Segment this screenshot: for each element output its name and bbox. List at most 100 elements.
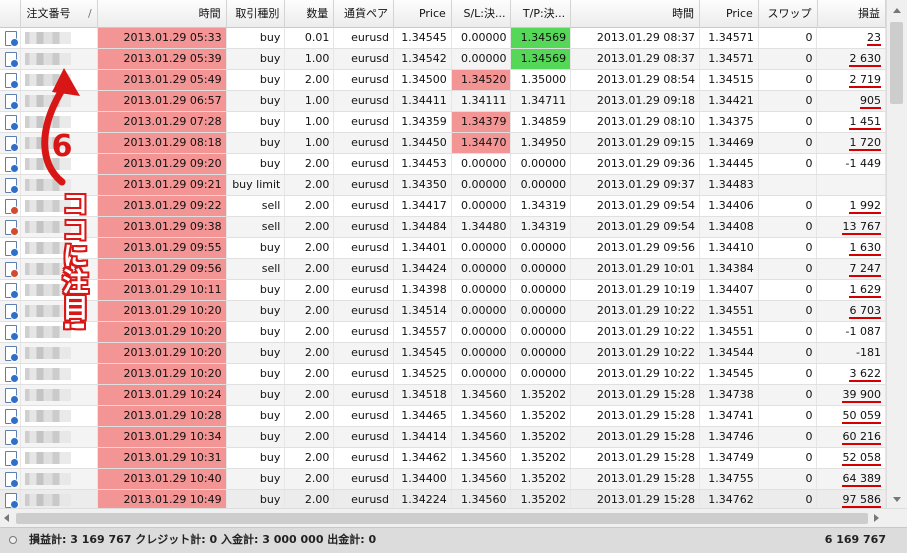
profit-value: 6 703 [849,304,881,319]
table-row[interactable]: 2013.01.29 08:18 buy 1.00 eurusd 1.34450 1.34… [0,133,886,154]
column-header-symbol[interactable]: 通貨ペア [334,0,395,28]
redacted-order-id [25,284,72,296]
profit-cell: 97 586 [817,490,886,508]
swap-cell: 0 [759,28,818,48]
table-row[interactable]: 2013.01.29 09:38 sell 2.00 eurusd 1.34484 1.3… [0,217,886,238]
table-row[interactable]: 2013.01.29 07:28 buy 1.00 eurusd 1.34359 1.34… [0,112,886,133]
profit-cell: 23 [817,28,886,48]
table-row[interactable]: 2013.01.29 10:11 buy 2.00 eurusd 1.34398 0.00… [0,280,886,301]
table-row[interactable]: 2013.01.29 09:22 sell 2.00 eurusd 1.34417 0.0… [0,196,886,217]
column-label: 注文番号 [26,7,71,20]
table-row[interactable]: 2013.01.29 05:33 buy 0.01 eurusd 1.34545 0.00… [0,28,886,49]
column-header-volume[interactable]: 数量 [285,0,335,28]
profit-value: 52 058 [842,451,881,466]
table-row[interactable]: 2013.01.29 10:20 buy 2.00 eurusd 1.34557 0.00… [0,322,886,343]
type-cell: buy limit [227,175,286,195]
symbol-cell: eurusd [334,490,395,508]
buy-order-icon [5,94,19,110]
table-row[interactable]: 2013.01.29 10:34 buy 2.00 eurusd 1.34414 1.34… [0,427,886,448]
open-time-cell: 2013.01.29 09:56 [97,259,227,279]
table-row[interactable]: 2013.01.29 06:57 buy 1.00 eurusd 1.34411 1.34… [0,91,886,112]
table-row[interactable]: 2013.01.29 09:56 sell 2.00 eurusd 1.34424 0.0… [0,259,886,280]
table-row[interactable]: 2013.01.29 05:49 buy 2.00 eurusd 1.34500 1.34… [0,70,886,91]
open-price-cell: 1.34411 [394,91,452,111]
table-row[interactable]: 2013.01.29 09:21 buy limit 2.00 eurusd 1.343… [0,175,886,196]
table-row[interactable]: 2013.01.29 10:20 buy 2.00 eurusd 1.34525 0.00… [0,364,886,385]
open-price-cell: 1.34398 [394,280,452,300]
symbol-cell: eurusd [334,217,395,237]
sl-cell: 0.00000 [452,196,512,216]
profit-value: 3 622 [849,367,881,382]
sell-order-icon [5,220,19,236]
sl-cell: 0.00000 [452,301,512,321]
swap-cell: 0 [759,364,818,384]
order-type-icon [0,49,22,69]
horizontal-scroll-thumb[interactable] [16,513,868,524]
sl-cell: 1.34560 [452,490,512,508]
horizontal-scrollbar[interactable] [0,508,907,527]
account-summary-text: 損益計: 3 169 767 クレジット計: 0 入金計: 3 000 000 … [29,533,377,546]
profit-cell: -1 449 [817,154,886,174]
column-header-tp[interactable]: T/P:決... [511,0,572,28]
symbol-cell: eurusd [334,112,395,132]
table-row[interactable]: 2013.01.29 10:24 buy 2.00 eurusd 1.34518 1.34… [0,385,886,406]
table-row[interactable]: 2013.01.29 10:40 buy 2.00 eurusd 1.34400 1.34… [0,469,886,490]
close-time-cell: 2013.01.29 09:36 [571,154,701,174]
volume-cell: 2.00 [285,196,335,216]
close-price-cell: 1.34741 [700,406,759,426]
sort-indicator-icon: / [87,7,92,20]
buy-order-icon [5,52,19,68]
column-header-type[interactable]: 取引種別 [227,0,286,28]
table-row[interactable]: 2013.01.29 10:20 buy 2.00 eurusd 1.34545 0.00… [0,343,886,364]
type-cell: buy [227,322,286,342]
close-time-cell: 2013.01.29 10:22 [571,364,701,384]
column-header-order-id[interactable]: 注文番号 / [21,0,98,28]
table-row[interactable]: 2013.01.29 05:39 buy 1.00 eurusd 1.34542 0.00… [0,49,886,70]
profit-cell: -181 [817,343,886,363]
swap-cell [759,175,818,195]
volume-cell: 2.00 [285,322,335,342]
redacted-order-id [25,452,72,464]
open-time-cell: 2013.01.29 10:28 [97,406,227,426]
table-row[interactable]: 2013.01.29 09:55 buy 2.00 eurusd 1.34401 0.00… [0,238,886,259]
table-row[interactable]: 2013.01.29 09:20 buy 2.00 eurusd 1.34453 0.00… [0,154,886,175]
swap-cell: 0 [759,49,818,69]
vertical-scrollbar[interactable] [886,0,907,508]
column-header-open-price[interactable]: Price [394,0,452,28]
table-row[interactable]: 2013.01.29 10:49 buy 2.00 eurusd 1.34224 1.34… [0,490,886,508]
profit-cell: 905 [817,91,886,111]
scroll-left-arrow-icon[interactable] [4,514,9,522]
order-type-icon [0,28,22,48]
redacted-order-id [25,242,72,254]
order-type-icon [0,448,22,468]
type-cell: sell [227,217,286,237]
column-header-close-price[interactable]: Price [700,0,759,28]
profit-cell: 2 630 [817,49,886,69]
column-header-profit[interactable]: 損益 [818,0,886,28]
symbol-cell: eurusd [334,28,395,48]
close-time-cell: 2013.01.29 15:28 [571,427,701,447]
scroll-up-arrow-icon[interactable] [893,8,901,13]
profit-cell: 1 451 [817,112,886,132]
column-header-open-time[interactable]: 時間 [98,0,227,28]
table-row[interactable]: 2013.01.29 10:28 buy 2.00 eurusd 1.34465 1.34… [0,406,886,427]
icon-column-header[interactable] [0,0,22,28]
open-time-cell: 2013.01.29 09:38 [97,217,227,237]
vertical-scroll-thumb[interactable] [890,22,903,104]
scroll-down-arrow-icon[interactable] [893,497,901,502]
column-header-sl[interactable]: S/L:決... [452,0,512,28]
buy-order-icon [5,115,19,131]
buy-order-icon [5,31,19,47]
table-row[interactable]: 2013.01.29 10:20 buy 2.00 eurusd 1.34514 0.00… [0,301,886,322]
redacted-order-id [25,326,72,338]
symbol-cell: eurusd [334,301,395,321]
scroll-right-arrow-icon[interactable] [874,514,879,522]
type-cell: buy [227,154,286,174]
close-price-cell: 1.34551 [700,301,759,321]
profit-value: 2 630 [849,52,881,67]
column-header-swap[interactable]: スワップ [759,0,818,28]
swap-cell: 0 [759,385,818,405]
table-row[interactable]: 2013.01.29 10:31 buy 2.00 eurusd 1.34462 1.34… [0,448,886,469]
column-header-close-time[interactable]: 時間 [571,0,701,28]
order-id-cell [21,196,98,216]
